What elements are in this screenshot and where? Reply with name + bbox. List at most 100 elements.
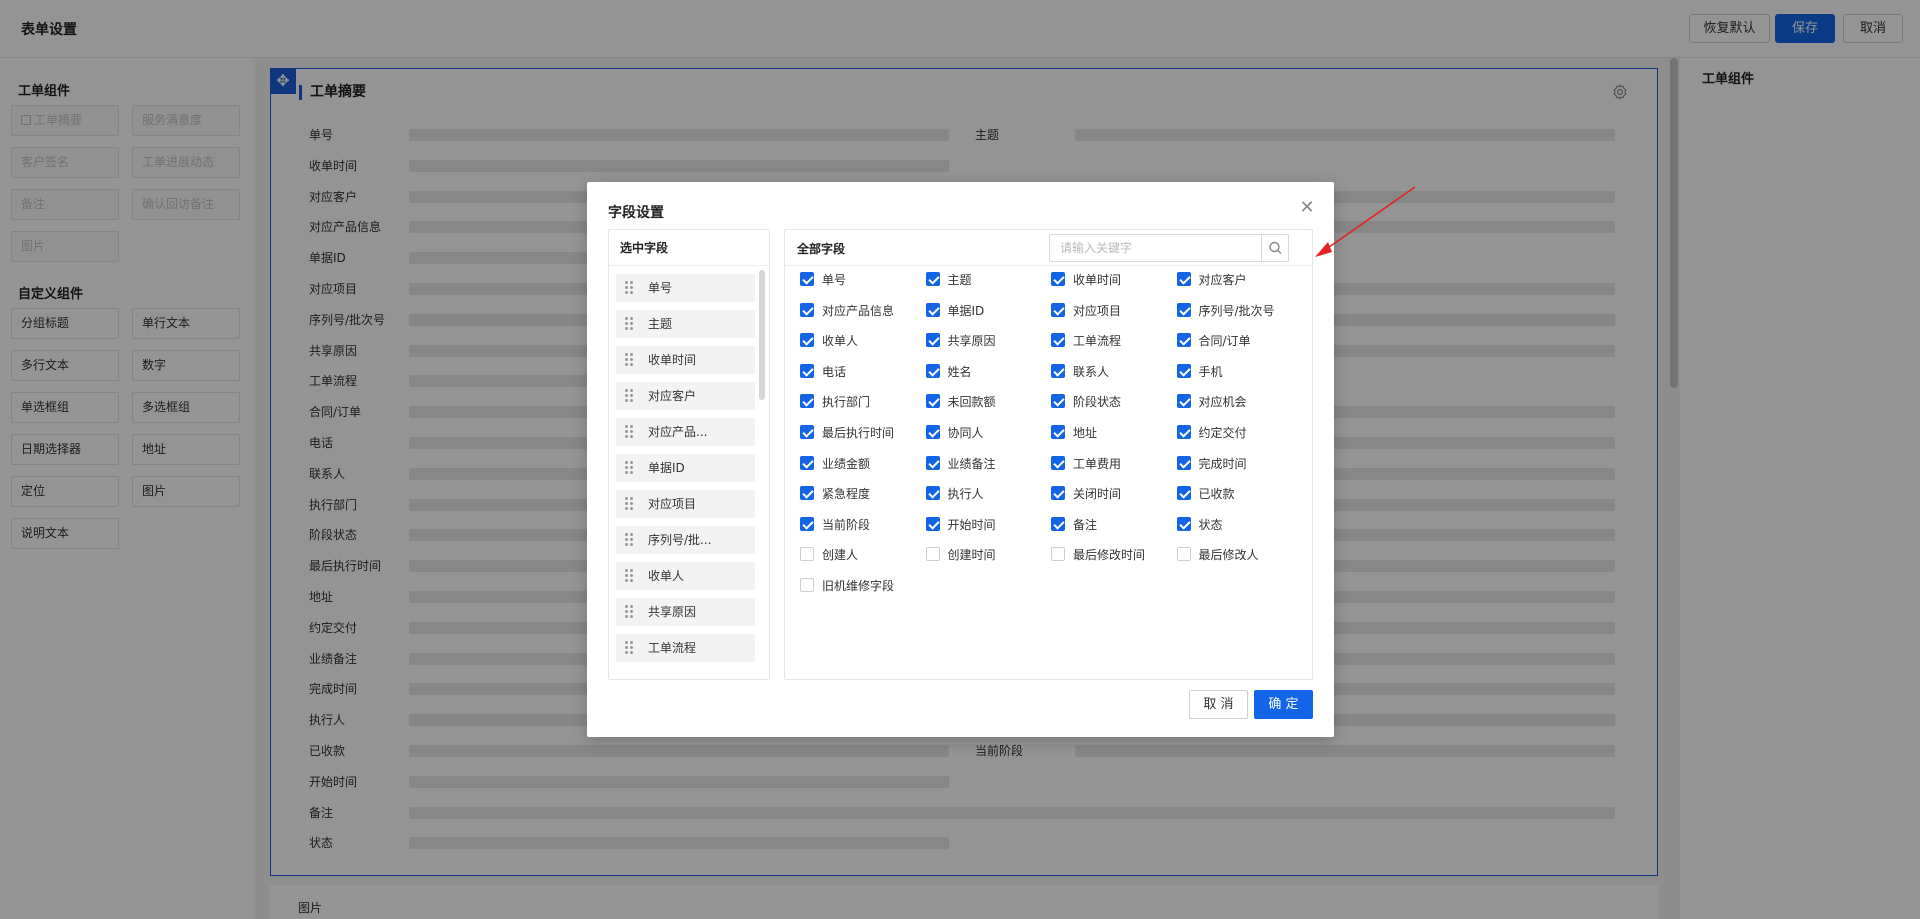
checkbox-label: 最后修改时间: [1073, 548, 1146, 563]
checkbox-label: 执行人: [947, 487, 984, 502]
checkbox[interactable]: [925, 394, 940, 409]
checkbox-label: 约定交付: [1198, 426, 1247, 440]
checkbox[interactable]: [1051, 272, 1065, 286]
checkbox[interactable]: [1176, 425, 1191, 439]
selected-field-label: 对应产品...: [648, 425, 708, 439]
checkbox[interactable]: [1176, 516, 1191, 531]
checkbox-label: 工单费用: [1073, 456, 1122, 471]
checkbox[interactable]: [800, 547, 814, 562]
dialog-title: 字段设置: [608, 205, 664, 221]
checkbox-label: 已收款: [1198, 487, 1235, 502]
checkbox-label: 地址: [1073, 426, 1098, 440]
selected-field-item[interactable]: 对应项目: [616, 490, 755, 518]
checkbox[interactable]: [925, 363, 940, 378]
checkbox-label: 备注: [1073, 517, 1098, 532]
drag-handle-icon[interactable]: [625, 569, 633, 583]
checkbox[interactable]: [1051, 486, 1065, 501]
checkbox-label: 对应客户: [1198, 273, 1247, 287]
dialog-ok-button[interactable]: 确 定: [1254, 690, 1313, 719]
checkbox[interactable]: [925, 455, 940, 470]
checkbox-label: 完成时间: [1198, 456, 1247, 471]
checkbox[interactable]: [1051, 425, 1065, 439]
checkbox[interactable]: [925, 302, 940, 317]
checkbox[interactable]: [1176, 394, 1191, 409]
checkbox-label: 未回款额: [947, 395, 996, 410]
drag-handle-icon[interactable]: [625, 461, 633, 475]
checkbox[interactable]: [1051, 547, 1065, 562]
drag-handle-icon[interactable]: [625, 641, 633, 655]
selected-field-label: 对应项目: [648, 497, 697, 511]
selected-field-item[interactable]: 对应客户: [616, 382, 755, 410]
checkbox[interactable]: [1176, 486, 1191, 501]
checkbox[interactable]: [1051, 516, 1065, 531]
checkbox[interactable]: [1176, 363, 1191, 378]
selected-field-item[interactable]: 主题: [616, 310, 755, 338]
checkbox[interactable]: [1051, 394, 1065, 409]
checkbox-label: 电话: [822, 364, 847, 379]
drag-handle-icon[interactable]: [625, 605, 633, 619]
selected-field-item[interactable]: 收单人: [616, 562, 755, 590]
checkbox[interactable]: [800, 578, 814, 592]
search-input[interactable]: [1050, 235, 1262, 261]
all-fields-panel: 全部字段 单号 主题 收单时间 对应客户对应产品信息 单据ID 对应项目 序列号/批次号收单…: [784, 229, 1313, 680]
checkbox[interactable]: [1051, 333, 1065, 348]
drag-handle-icon[interactable]: [625, 533, 633, 547]
selected-field-label: 主题: [648, 317, 673, 331]
checkbox[interactable]: [800, 394, 814, 409]
drag-handle-icon[interactable]: [625, 497, 633, 511]
checkbox-label: 收单时间: [1073, 273, 1122, 287]
checkbox[interactable]: [925, 486, 940, 501]
drag-handle-icon[interactable]: [625, 353, 633, 367]
selected-field-item[interactable]: 对应产品...: [616, 418, 755, 446]
checkbox-label: 最后修改人: [1198, 548, 1259, 563]
dialog-cancel-button[interactable]: 取 消: [1189, 690, 1248, 719]
checkbox[interactable]: [1051, 455, 1065, 470]
selected-fields-scrollbar[interactable]: [759, 270, 765, 400]
checkbox[interactable]: [800, 425, 814, 439]
drag-handle-icon[interactable]: [625, 389, 633, 403]
checkbox[interactable]: [800, 333, 814, 348]
drag-handle-icon[interactable]: [625, 425, 633, 439]
checkbox-label: 收单人: [822, 334, 859, 349]
checkbox-label: 合同/订单: [1198, 334, 1251, 349]
selected-field-item[interactable]: 单据ID: [616, 454, 755, 482]
checkbox-label: 阶段状态: [1073, 395, 1122, 410]
checkbox[interactable]: [1176, 302, 1191, 317]
checkbox[interactable]: [1176, 455, 1191, 470]
checkbox[interactable]: [1051, 363, 1065, 378]
checkbox[interactable]: [800, 516, 814, 531]
checkbox-label: 对应产品信息: [822, 303, 895, 318]
checkbox[interactable]: [1176, 547, 1191, 562]
checkbox-label: 旧机维修字段: [822, 579, 895, 593]
checkbox[interactable]: [925, 516, 940, 531]
search-button[interactable]: [1261, 235, 1288, 261]
checkbox-label: 主题: [947, 273, 972, 287]
checkbox[interactable]: [800, 302, 814, 317]
selected-field-item[interactable]: 序列号/批...: [616, 526, 755, 554]
checkbox[interactable]: [1176, 272, 1191, 286]
checkbox[interactable]: [925, 272, 940, 286]
selected-field-item[interactable]: 收单时间: [616, 346, 755, 374]
selected-field-item[interactable]: 共享原因: [616, 598, 755, 626]
drag-handle-icon[interactable]: [625, 317, 633, 331]
checkbox-label: 关闭时间: [1073, 487, 1122, 502]
checkbox-label: 对应项目: [1073, 303, 1122, 318]
checkbox[interactable]: [800, 363, 814, 378]
checkbox[interactable]: [925, 333, 940, 348]
checkbox-label: 工单流程: [1073, 334, 1122, 349]
checkbox[interactable]: [800, 272, 814, 286]
checkbox[interactable]: [800, 486, 814, 501]
checkbox-label: 创建人: [822, 548, 859, 563]
checkbox[interactable]: [925, 425, 940, 439]
selected-field-item[interactable]: 单号: [616, 274, 755, 302]
checkbox[interactable]: [800, 455, 814, 470]
selected-field-label: 收单时间: [648, 353, 697, 367]
selected-field-label: 共享原因: [648, 605, 697, 619]
checkbox[interactable]: [1176, 333, 1191, 348]
selected-field-label: 对应客户: [648, 389, 697, 403]
selected-field-item[interactable]: 工单流程: [616, 634, 755, 662]
field-settings-dialog: 字段设置 ✕ 选中字段 单号 主题 收单时间 对应客户 对应产品... 单据ID 对应项目序…: [587, 182, 1334, 737]
drag-handle-icon[interactable]: [625, 281, 633, 295]
checkbox[interactable]: [925, 547, 940, 562]
checkbox[interactable]: [1051, 302, 1065, 317]
